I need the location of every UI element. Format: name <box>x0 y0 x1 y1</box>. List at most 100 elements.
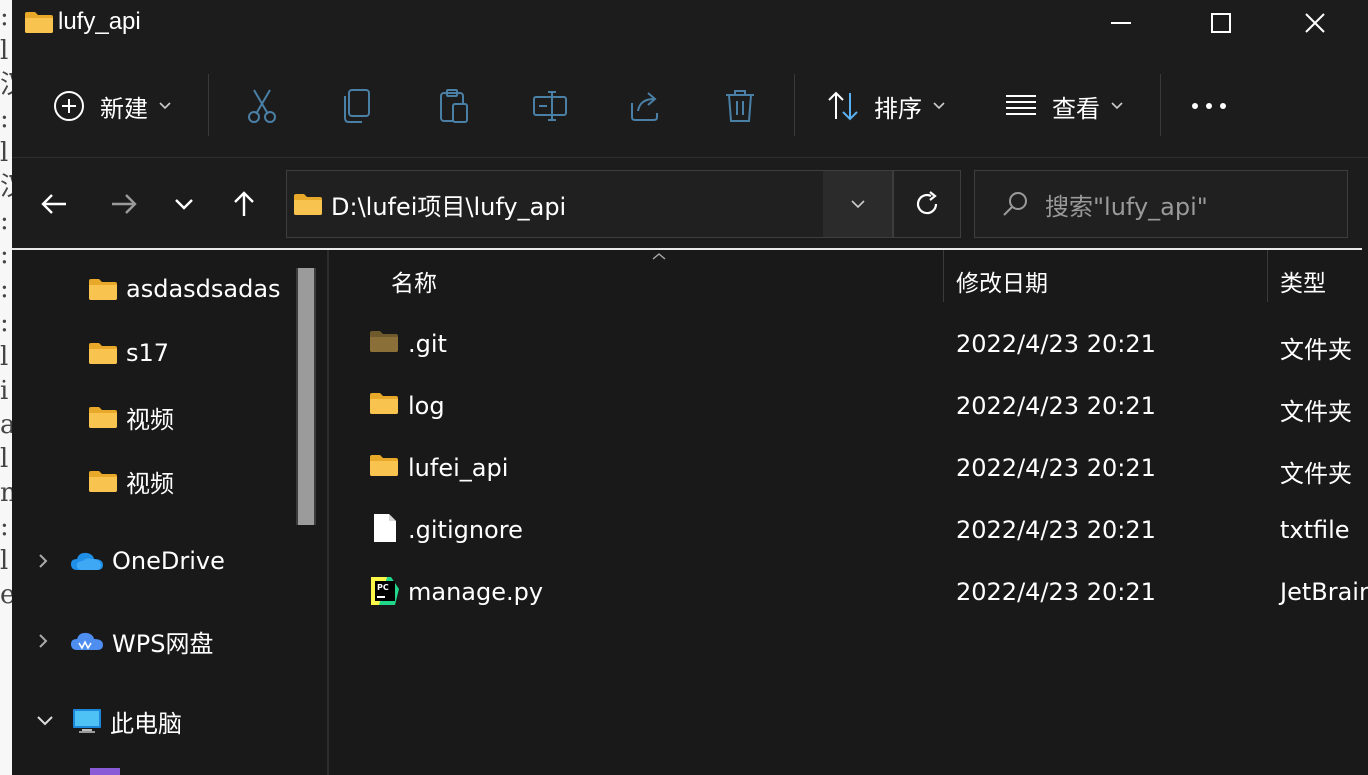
refresh-button[interactable] <box>893 170 961 238</box>
background-text-glyph: i <box>0 376 9 406</box>
search-box[interactable]: 搜索"lufy_api" <box>974 170 1348 238</box>
background-text-glyph: e <box>0 580 12 610</box>
share-button[interactable] <box>628 86 662 126</box>
nav-folder-label: 视频 <box>126 469 174 498</box>
background-text-glyph: : <box>0 206 9 236</box>
file-explorer-window: lufy_api 新建 排序 查看 D:\lufei项目\lufy_api 搜索… <box>12 0 1368 775</box>
chevron-down-icon <box>175 199 193 210</box>
folder-icon <box>370 455 398 476</box>
file-list: 名称 修改日期 类型 .git 2022/4/23 20:21 文件夹 log … <box>329 250 1368 775</box>
folder-icon <box>25 12 53 33</box>
background-text-glyph: 汉 <box>0 68 12 102</box>
cut-button[interactable] <box>246 86 278 126</box>
more-dots-icon <box>1192 103 1226 109</box>
background-text-glyph: : <box>0 512 9 542</box>
file-type: 文件夹 <box>1280 460 1352 488</box>
background-text-glyph: l <box>0 342 9 372</box>
sort-icon <box>828 91 858 121</box>
folder-icon <box>89 471 117 492</box>
column-separator[interactable] <box>1267 250 1268 302</box>
chevron-down-icon <box>159 102 171 110</box>
navigation-bar: D:\lufei项目\lufy_api 搜索"lufy_api" <box>12 158 1368 250</box>
chevron-right-icon[interactable] <box>36 552 50 570</box>
view-button[interactable]: 查看 <box>1004 86 1124 126</box>
rename-button[interactable] <box>532 86 568 126</box>
search-icon <box>1003 192 1027 216</box>
nav-folder-item[interactable]: s17 <box>88 333 169 373</box>
file-name: .git <box>408 330 447 358</box>
new-button[interactable]: 新建 <box>52 86 172 126</box>
nav-scrollbar-thumb[interactable] <box>298 268 314 525</box>
column-header-modified[interactable]: 修改日期 <box>956 264 1048 298</box>
paste-button[interactable] <box>438 86 470 126</box>
address-history-dropdown[interactable] <box>823 170 893 238</box>
minimize-icon <box>1111 22 1131 24</box>
background-text-glyph: l <box>0 138 9 168</box>
arrow-right-icon <box>112 194 137 214</box>
copy-button[interactable] <box>342 86 372 126</box>
folder-icon <box>89 343 117 364</box>
file-date: 2022/4/23 20:21 <box>956 392 1156 420</box>
background-text-glyph: : <box>0 240 9 270</box>
close-button[interactable] <box>1292 0 1338 46</box>
file-date: 2022/4/23 20:21 <box>956 516 1156 544</box>
toolbar-separator <box>208 74 209 136</box>
column-header-name[interactable]: 名称 <box>391 264 437 298</box>
chevron-down-icon[interactable] <box>36 714 54 728</box>
partial-nav-icon <box>90 768 120 775</box>
background-text-glyph: 汉 <box>0 170 12 204</box>
toolbar-separator <box>794 74 795 136</box>
chevron-right-icon[interactable] <box>36 632 50 650</box>
sort-ascending-icon <box>652 253 666 260</box>
close-icon <box>1305 13 1325 33</box>
more-options-button[interactable] <box>1190 86 1230 126</box>
rename-icon <box>533 91 567 121</box>
up-button[interactable] <box>226 186 262 222</box>
background-text-glyph: : <box>0 104 9 134</box>
back-button[interactable] <box>36 186 72 222</box>
column-separator[interactable] <box>943 250 944 302</box>
address-path: D:\lufei项目\lufy_api <box>331 192 567 221</box>
arrow-up-icon <box>234 191 254 216</box>
nav-item-this-pc[interactable]: 此电脑 <box>36 701 182 741</box>
chevron-down-icon <box>850 200 865 209</box>
toolbar-separator <box>1160 74 1161 136</box>
trash-icon <box>726 90 754 122</box>
file-date: 2022/4/23 20:21 <box>956 330 1156 358</box>
column-header-type[interactable]: 类型 <box>1280 264 1326 298</box>
computer-icon <box>73 709 101 733</box>
chevron-down-icon <box>933 102 945 110</box>
file-name: log <box>408 392 445 420</box>
title-bar[interactable]: lufy_api <box>12 0 1368 46</box>
background-window-text: :l汉:l汉::::lialn:le <box>0 0 12 775</box>
nav-folder-item[interactable]: 视频 <box>88 397 174 437</box>
background-text-glyph: : <box>0 2 9 32</box>
forward-button[interactable] <box>106 186 142 222</box>
nav-folder-item[interactable]: asdasdsadas <box>88 269 281 309</box>
address-bar[interactable]: D:\lufei项目\lufy_api <box>286 170 824 238</box>
nav-folder-item[interactable]: 视频 <box>88 461 174 501</box>
file-type: 文件夹 <box>1280 398 1352 426</box>
nav-item-wps[interactable]: WPS网盘 <box>36 621 213 661</box>
file-row[interactable]: PC manage.py 2022/4/23 20:21 JetBrains <box>329 561 1368 623</box>
file-row[interactable]: .gitignore 2022/4/23 20:21 txtfile <box>329 499 1368 561</box>
command-bar: 新建 排序 查看 <box>12 46 1368 158</box>
minimize-button[interactable] <box>1098 0 1144 46</box>
background-text-glyph: : <box>0 308 9 338</box>
recent-locations-button[interactable] <box>166 186 202 222</box>
maximize-button[interactable] <box>1198 0 1244 46</box>
window-title: lufy_api <box>58 8 141 35</box>
delete-button[interactable] <box>724 86 756 126</box>
nav-item-onedrive[interactable]: OneDrive <box>36 541 225 581</box>
file-date: 2022/4/23 20:21 <box>956 454 1156 482</box>
folder-icon <box>89 407 117 428</box>
file-type: JetBrains <box>1280 578 1368 606</box>
file-name: .gitignore <box>408 516 523 544</box>
file-row[interactable]: log 2022/4/23 20:21 文件夹 <box>329 375 1368 437</box>
nav-item-wps-label: WPS网盘 <box>112 629 214 658</box>
file-row[interactable]: lufei_api 2022/4/23 20:21 文件夹 <box>329 437 1368 499</box>
sort-button-label: 排序 <box>874 94 922 123</box>
file-row[interactable]: .git 2022/4/23 20:21 文件夹 <box>329 313 1368 375</box>
sort-button[interactable]: 排序 <box>826 86 946 126</box>
pycharm-icon: PC <box>371 577 399 605</box>
